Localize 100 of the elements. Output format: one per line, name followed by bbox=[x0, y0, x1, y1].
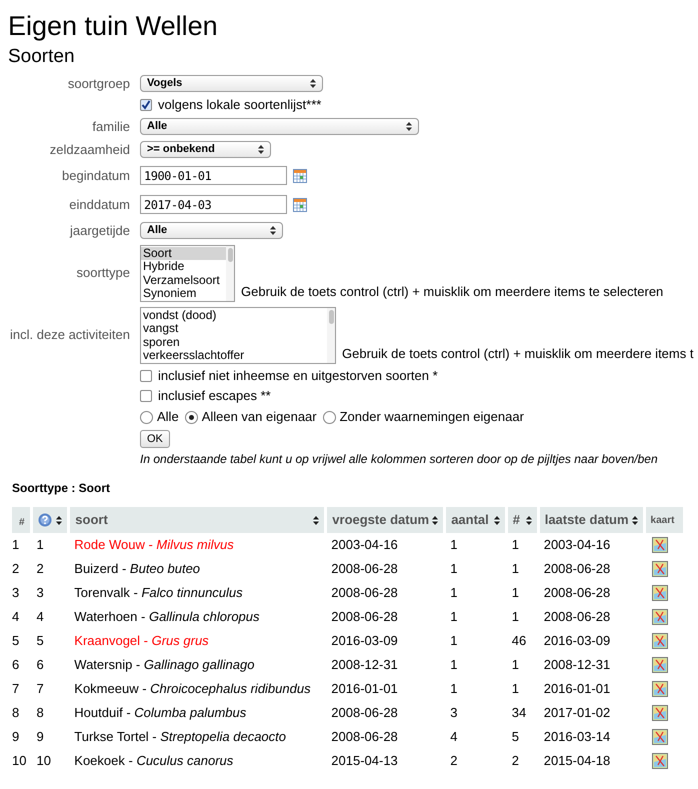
radio-label: Alleen van eigenaar bbox=[202, 408, 317, 426]
scrollbar-thumb[interactable] bbox=[328, 310, 334, 324]
table-cell-text: 2 bbox=[510, 752, 520, 770]
table-cell-text: 7 bbox=[36, 680, 45, 698]
field-label: incl. deze activiteiten bbox=[10, 327, 130, 342]
table-cell-text: 2008-06-28 bbox=[542, 560, 612, 578]
table-cell-text: 1 bbox=[449, 680, 458, 698]
table-cell-text: Waterhoen - Gallinula chloropus bbox=[73, 608, 261, 626]
radio-button[interactable] bbox=[322, 410, 336, 424]
column-header[interactable] bbox=[32, 507, 68, 533]
table-cell-text: 6 bbox=[36, 656, 45, 674]
dropdown[interactable]: >= onbekend bbox=[140, 141, 271, 158]
table-caption: Soorttype : Soort bbox=[12, 480, 110, 497]
list-option[interactable]: vangst bbox=[141, 322, 327, 336]
field-label: zeldzaamheid bbox=[50, 142, 130, 157]
table-cell-text: 10 bbox=[12, 752, 28, 770]
table-cell-text: 2008-06-28 bbox=[330, 560, 399, 578]
map-icon[interactable] bbox=[652, 633, 668, 649]
table-cell-text: 1 bbox=[510, 680, 520, 698]
column-header[interactable]: vroegste datum bbox=[327, 507, 444, 533]
map-icon[interactable] bbox=[652, 753, 668, 769]
radio-button[interactable] bbox=[140, 410, 153, 424]
table-cell-text: 2 bbox=[12, 560, 20, 578]
updown-arrow-icon bbox=[313, 516, 320, 524]
table-cell-text: 1 bbox=[510, 536, 520, 554]
table-cell-text: 9 bbox=[36, 728, 45, 746]
checkbox-label: volgens lokale soortenlijst*** bbox=[158, 96, 322, 114]
calendar-icon[interactable] bbox=[293, 168, 307, 182]
help-icon bbox=[38, 513, 52, 527]
table-cell-text: Kraanvogel - Grus grus bbox=[73, 632, 210, 650]
list-option[interactable]: Verzamelsoort bbox=[141, 274, 226, 287]
table-cell-text: Koekoek - Cuculus canorus bbox=[73, 752, 234, 770]
table-cell-text: 34 bbox=[510, 704, 528, 722]
table-cell-text: 1 bbox=[36, 536, 45, 554]
scrollbar-thumb[interactable] bbox=[228, 248, 232, 262]
map-icon[interactable] bbox=[652, 657, 668, 673]
dropdown[interactable]: Alle bbox=[140, 222, 283, 239]
table-cell-text: 1 bbox=[449, 560, 458, 578]
table-cell-text: 1 bbox=[449, 632, 458, 650]
checkbox[interactable] bbox=[140, 370, 152, 382]
checkbox[interactable] bbox=[140, 99, 152, 111]
table-cell-text: 1 bbox=[510, 584, 520, 602]
table-cell-text: 2017-01-02 bbox=[542, 704, 612, 722]
dropdown[interactable]: Alle bbox=[140, 118, 419, 135]
table-cell-text: 5 bbox=[12, 632, 20, 650]
table-cell-text: 2008-06-28 bbox=[330, 728, 399, 746]
table-cell-text: Watersnip - Gallinago gallinago bbox=[73, 656, 256, 674]
column-header: # bbox=[12, 507, 30, 533]
table-cell-text: 1 bbox=[510, 656, 520, 674]
table-cell-text: 2 bbox=[36, 560, 45, 578]
map-icon[interactable] bbox=[652, 609, 668, 625]
column-header[interactable]: # bbox=[508, 507, 537, 533]
field-label: soorttype bbox=[76, 265, 130, 280]
table-cell-text: 2008-06-28 bbox=[330, 608, 399, 626]
dropdown[interactable]: Vogels bbox=[140, 75, 323, 92]
table-cell-text: 1 bbox=[510, 608, 520, 626]
hint-text: Gebruik de toets control (ctrl) + muisklik om meerdere items te selecteren bbox=[241, 283, 664, 301]
updown-arrow-icon bbox=[310, 79, 316, 88]
updown-arrow-icon bbox=[406, 122, 412, 131]
date-field[interactable]: 1900-01-01 bbox=[140, 166, 287, 185]
table-cell-text: 2008-06-28 bbox=[330, 584, 399, 602]
list-option[interactable]: Hybride bbox=[141, 260, 226, 274]
table-cell-text: 4 bbox=[36, 608, 45, 626]
table-cell-text: 7 bbox=[12, 680, 20, 698]
table-cell-text: Buizerd - Buteo buteo bbox=[73, 560, 202, 578]
radio-button[interactable] bbox=[184, 410, 198, 424]
list-option[interactable]: Soort bbox=[141, 246, 226, 260]
column-header: kaart bbox=[646, 507, 683, 533]
list-option[interactable]: verkeersslachtoffer bbox=[141, 349, 327, 362]
updown-arrow-icon bbox=[56, 516, 62, 524]
table-cell-text: 1 bbox=[449, 656, 458, 674]
map-icon[interactable] bbox=[652, 585, 668, 601]
date-field[interactable]: 2017-04-03 bbox=[140, 195, 287, 214]
table-cell-text: 2016-01-01 bbox=[330, 680, 399, 698]
map-icon[interactable] bbox=[652, 537, 668, 553]
radio-label: Alle bbox=[157, 408, 179, 426]
table-cell-text: 3 bbox=[36, 584, 45, 602]
column-header[interactable]: aantal bbox=[446, 507, 505, 533]
map-icon[interactable] bbox=[652, 561, 668, 577]
map-icon[interactable] bbox=[652, 681, 668, 697]
table-cell-text: 2016-03-09 bbox=[330, 632, 399, 650]
field-label: einddatum bbox=[69, 196, 130, 212]
table-cell-text: 2008-12-31 bbox=[330, 656, 399, 674]
checkbox[interactable] bbox=[140, 390, 152, 402]
checkbox-label: inclusief escapes ** bbox=[158, 387, 271, 406]
table-cell-text: 1 bbox=[510, 560, 520, 578]
updown-arrow-icon bbox=[494, 516, 500, 524]
list-option[interactable]: Synoniem bbox=[141, 287, 226, 300]
table-cell-text: 2003-04-16 bbox=[542, 536, 612, 554]
table-cell-text: 2 bbox=[449, 752, 458, 770]
table-cell-text: 2015-04-18 bbox=[542, 752, 612, 770]
column-header[interactable]: soort bbox=[70, 507, 324, 533]
calendar-icon[interactable] bbox=[293, 198, 307, 212]
map-icon[interactable] bbox=[652, 705, 668, 721]
ok-button[interactable]: OK bbox=[140, 430, 170, 448]
list-option[interactable]: sporen bbox=[141, 336, 327, 349]
table-cell-text: 3 bbox=[449, 704, 458, 722]
list-option[interactable]: vondst (dood) bbox=[141, 308, 327, 322]
column-header[interactable]: laatste datum bbox=[540, 507, 643, 533]
map-icon[interactable] bbox=[652, 729, 668, 745]
